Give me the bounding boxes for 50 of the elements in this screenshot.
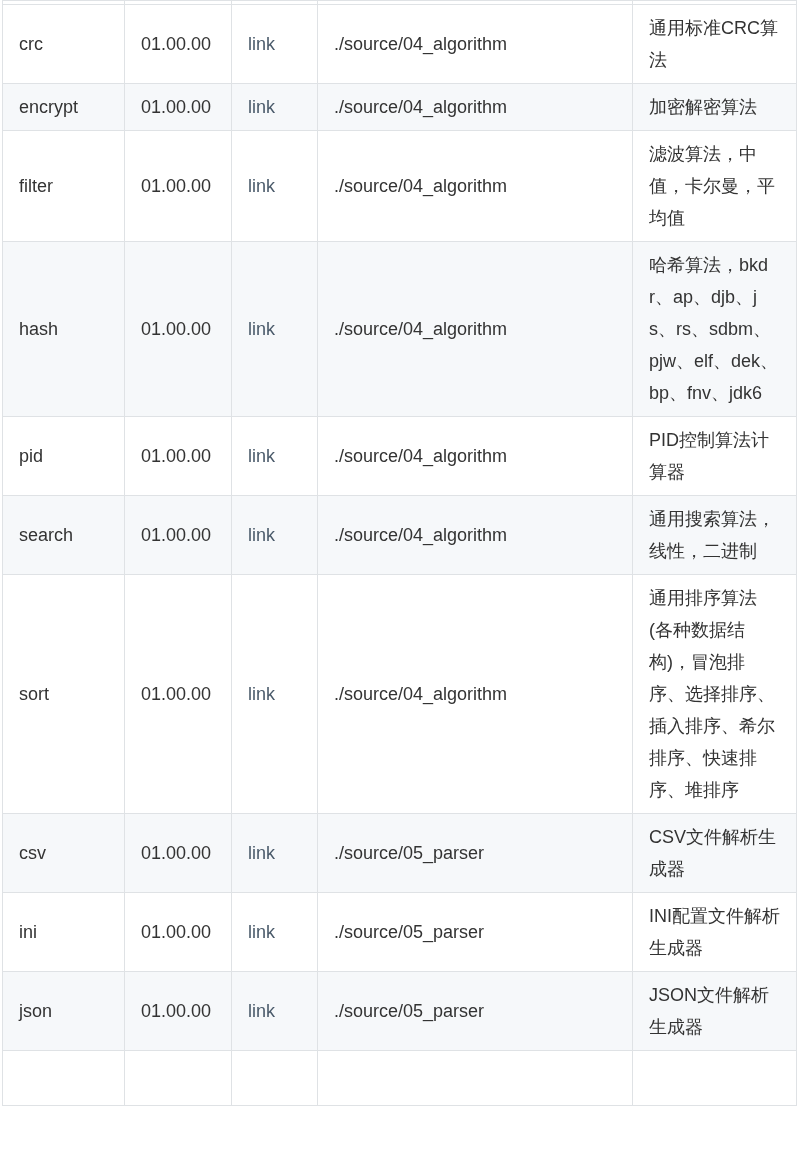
table-cell: 01.00.00 bbox=[124, 241, 232, 417]
table-cell: search bbox=[2, 495, 125, 575]
table-cell: encrypt bbox=[2, 83, 125, 131]
table-cell: 哈希算法，bkdr、ap、djb、js、rs、sdbm、pjw、elf、dek、bp、fnv、jdk6 bbox=[632, 241, 797, 417]
table-cell: csv bbox=[2, 813, 125, 893]
table-cell: hash bbox=[2, 241, 125, 417]
table-cell: ./source/04_algorithm bbox=[317, 4, 633, 84]
table-cell: 加密解密算法 bbox=[632, 83, 797, 131]
table-cell: ./source/04_algorithm bbox=[317, 574, 633, 814]
link[interactable]: link bbox=[248, 843, 275, 863]
link[interactable]: link bbox=[248, 1001, 275, 1021]
table-cell: 01.00.00 bbox=[124, 416, 232, 496]
table-cell: ./source/04_algorithm bbox=[317, 241, 633, 417]
table-cell: crc bbox=[2, 4, 125, 84]
table-cell: 滤波算法，中值，卡尔曼，平均值 bbox=[632, 130, 797, 242]
table-cell: sort bbox=[2, 574, 125, 814]
table-cell: CSV文件解析生成器 bbox=[632, 813, 797, 893]
table-cell: 通用排序算法(各种数据结构)，冒泡排序、选择排序、插入排序、希尔排序、快速排序、堆排序 bbox=[632, 574, 797, 814]
table-cell: 通用标准CRC算法 bbox=[632, 4, 797, 84]
table-cell: 01.00.00 bbox=[124, 83, 232, 131]
table-cell: ini bbox=[2, 892, 125, 972]
table-cell: 01.00.00 bbox=[124, 574, 232, 814]
table-cell: 01.00.00 bbox=[124, 892, 232, 972]
table-cell: INI配置文件解析生成器 bbox=[632, 892, 797, 972]
table-cell: ./source/05_parser bbox=[317, 971, 633, 1051]
link[interactable]: link bbox=[248, 525, 275, 545]
table-cell: ./source/04_algorithm bbox=[317, 83, 633, 131]
table-cell: filter bbox=[2, 130, 125, 242]
table-cell: pid bbox=[2, 416, 125, 496]
table-cell: ./source/05_parser bbox=[317, 813, 633, 893]
table-cell: JSON文件解析生成器 bbox=[632, 971, 797, 1051]
link[interactable]: link bbox=[248, 176, 275, 196]
link[interactable]: link bbox=[248, 684, 275, 704]
table-cell: ./source/04_algorithm bbox=[317, 495, 633, 575]
table-cell: 01.00.00 bbox=[124, 130, 232, 242]
link[interactable]: link bbox=[248, 319, 275, 339]
link[interactable]: link bbox=[248, 922, 275, 942]
link[interactable]: link bbox=[248, 97, 275, 117]
link[interactable]: link bbox=[248, 446, 275, 466]
table-cell: 通用搜索算法，线性，二进制 bbox=[632, 495, 797, 575]
table-cell: 01.00.00 bbox=[124, 813, 232, 893]
table-cell: PID控制算法计算器 bbox=[632, 416, 797, 496]
table-cell: ./source/04_algorithm bbox=[317, 416, 633, 496]
table-cell: 01.00.00 bbox=[124, 4, 232, 84]
table-cell: ./source/05_parser bbox=[317, 892, 633, 972]
table-cell: 01.00.00 bbox=[124, 971, 232, 1051]
table-cell: 01.00.00 bbox=[124, 495, 232, 575]
table-cell: json bbox=[2, 971, 125, 1051]
link[interactable]: link bbox=[248, 34, 275, 54]
table-cell: ./source/04_algorithm bbox=[317, 130, 633, 242]
